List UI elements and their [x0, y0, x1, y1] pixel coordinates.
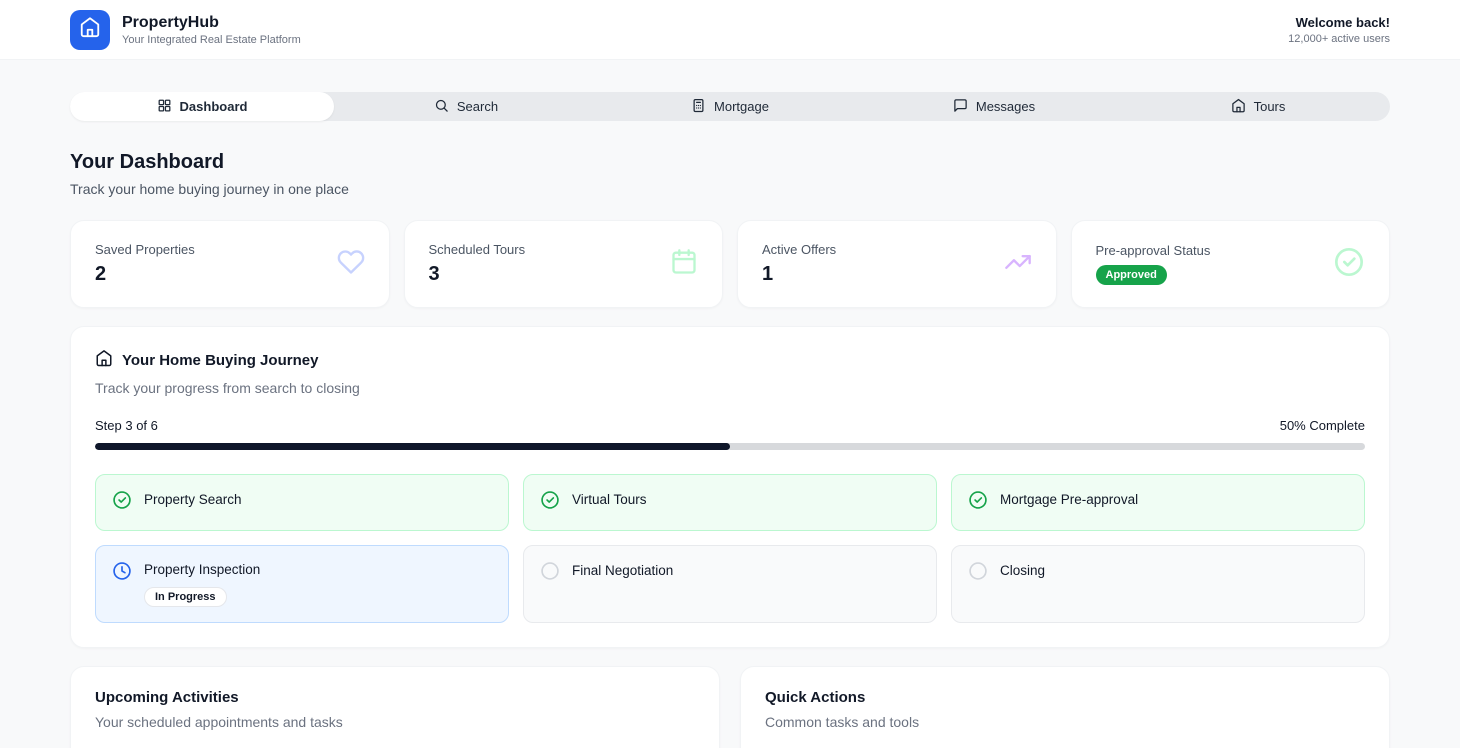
journey-step-text: Step 3 of 6 [95, 418, 158, 433]
journey-subtitle: Track your progress from search to closi… [95, 380, 1365, 396]
calculator-icon [691, 98, 706, 116]
stat-value: 2 [95, 263, 195, 286]
active-users-count: 12,000+ active users [1288, 33, 1390, 45]
step-label: Final Negotiation [572, 561, 673, 578]
step-property-search[interactable]: Property Search [95, 474, 509, 531]
stat-card-active-offers: Active Offers 1 [737, 220, 1057, 308]
step-label: Property Search [144, 490, 242, 507]
check-circle-icon [968, 490, 988, 515]
search-icon [434, 98, 449, 116]
quick-actions-panel: Quick Actions Common tasks and tools Sch… [740, 666, 1390, 748]
brand: PropertyHub Your Integrated Real Estate … [70, 10, 301, 50]
circle-icon [968, 561, 988, 586]
stat-value: 3 [429, 263, 526, 286]
tab-label: Messages [976, 99, 1035, 114]
stat-value: 1 [762, 263, 836, 286]
journey-steps-grid: Property Search Virtual Tours Mortgage P… [95, 474, 1365, 623]
stat-card-scheduled-tours: Scheduled Tours 3 [404, 220, 724, 308]
step-property-inspection[interactable]: Property Inspection In Progress [95, 545, 509, 623]
stat-label: Pre-approval Status [1096, 243, 1211, 258]
step-virtual-tours[interactable]: Virtual Tours [523, 474, 937, 531]
step-label: Mortgage Pre-approval [1000, 490, 1138, 507]
upcoming-activities-panel: Upcoming Activities Your scheduled appoi… [70, 666, 720, 748]
tab-search[interactable]: Search [334, 92, 598, 121]
step-label: Closing [1000, 561, 1045, 578]
tab-label: Mortgage [714, 99, 769, 114]
step-mortgage-preapproval[interactable]: Mortgage Pre-approval [951, 474, 1365, 531]
panel-subtitle: Your scheduled appointments and tasks [95, 714, 695, 730]
journey-progress-fill [95, 443, 730, 450]
app-header: PropertyHub Your Integrated Real Estate … [0, 0, 1460, 60]
panel-title: Upcoming Activities [95, 689, 695, 706]
stat-label: Scheduled Tours [429, 242, 526, 257]
calendar-icon [670, 248, 698, 281]
dashboard-grid-icon [157, 98, 172, 116]
clock-icon [112, 561, 132, 586]
check-circle-icon [540, 490, 560, 515]
tab-tours[interactable]: Tours [1126, 92, 1390, 121]
step-closing[interactable]: Closing [951, 545, 1365, 623]
in-progress-badge: In Progress [144, 587, 227, 607]
step-final-negotiation[interactable]: Final Negotiation [523, 545, 937, 623]
app-title: PropertyHub [122, 14, 301, 32]
home-icon [95, 349, 113, 372]
journey-progress-bar [95, 443, 1365, 450]
home-buying-journey-card: Your Home Buying Journey Track your prog… [70, 326, 1390, 648]
trending-up-icon [1004, 248, 1032, 281]
home-icon [1231, 98, 1246, 116]
tab-dashboard[interactable]: Dashboard [70, 92, 334, 121]
panel-subtitle: Common tasks and tools [765, 714, 1365, 730]
home-icon [79, 16, 101, 43]
message-square-icon [953, 98, 968, 116]
tab-messages[interactable]: Messages [862, 92, 1126, 121]
stat-card-saved-properties: Saved Properties 2 [70, 220, 390, 308]
check-circle-icon [1333, 246, 1365, 283]
stat-card-preapproval-status: Pre-approval Status Approved [1071, 220, 1391, 308]
main-nav-tabs: Dashboard Search Mortgage Messages Tours [70, 92, 1390, 121]
stat-label: Active Offers [762, 242, 836, 257]
page-subtitle: Track your home buying journey in one pl… [70, 181, 1390, 197]
tab-label: Search [457, 99, 498, 114]
stat-label: Saved Properties [95, 242, 195, 257]
journey-complete-text: 50% Complete [1280, 418, 1365, 433]
tab-mortgage[interactable]: Mortgage [598, 92, 862, 121]
stat-cards-row: Saved Properties 2 Scheduled Tours 3 Act… [70, 220, 1390, 308]
panel-title: Quick Actions [765, 689, 1365, 706]
check-circle-icon [112, 490, 132, 515]
circle-icon [540, 561, 560, 586]
welcome-text: Welcome back! [1288, 15, 1390, 30]
app-tagline: Your Integrated Real Estate Platform [122, 34, 301, 46]
tab-label: Dashboard [180, 99, 248, 114]
tab-label: Tours [1254, 99, 1286, 114]
step-label: Property Inspection [144, 560, 260, 577]
journey-title: Your Home Buying Journey [122, 352, 318, 369]
heart-icon [337, 248, 365, 281]
app-logo [70, 10, 110, 50]
step-label: Virtual Tours [572, 490, 647, 507]
page-title: Your Dashboard [70, 151, 1390, 174]
approved-status-badge: Approved [1096, 265, 1167, 285]
